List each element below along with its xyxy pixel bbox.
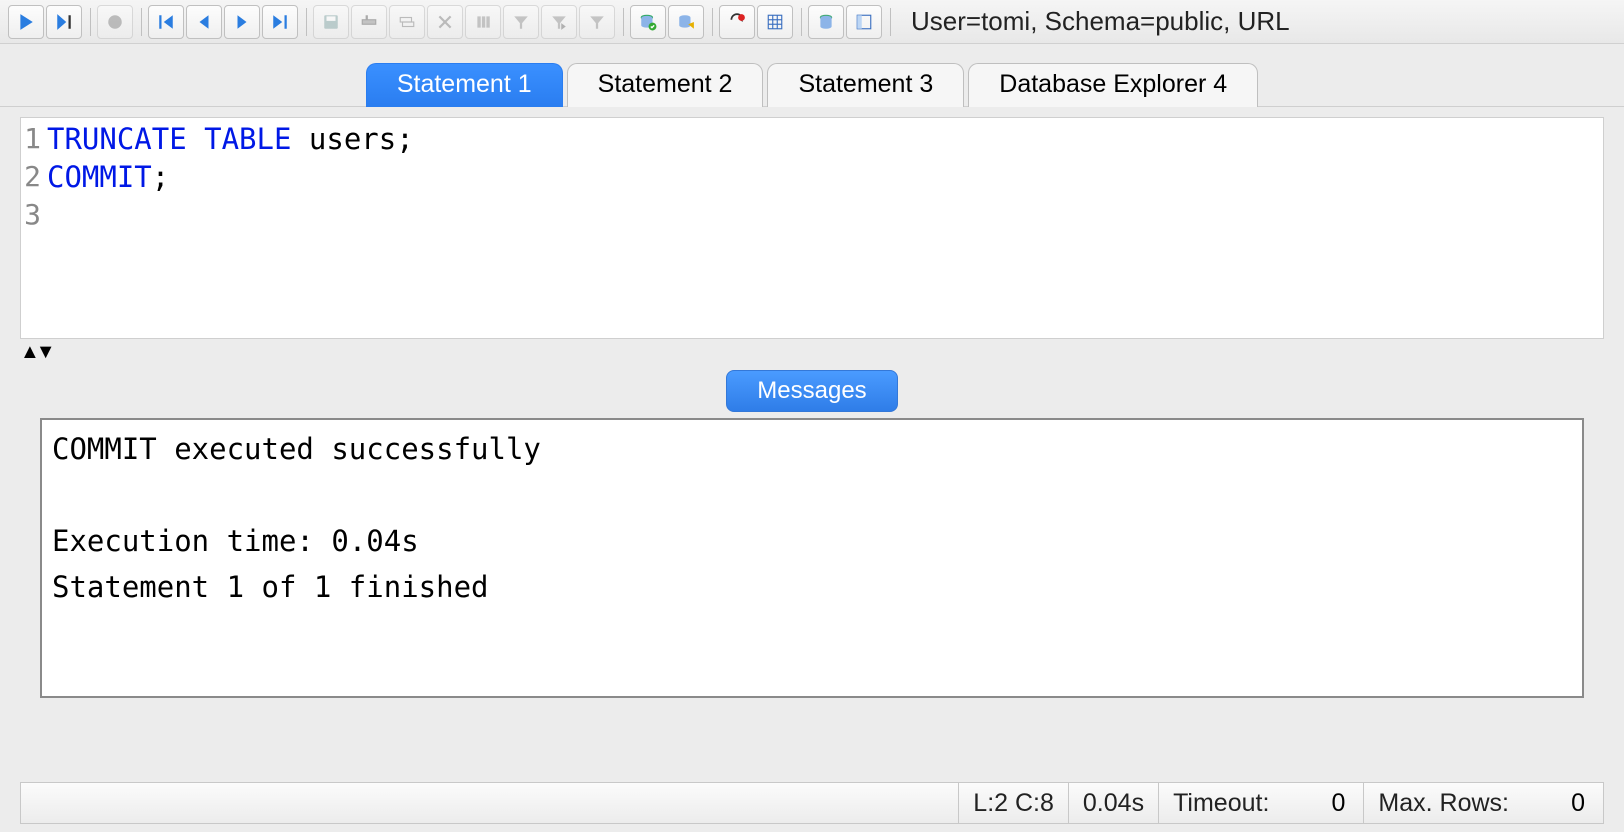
- next-button[interactable]: [224, 5, 260, 39]
- maxrows-label: Max. Rows:: [1378, 789, 1509, 818]
- run-button[interactable]: [8, 5, 44, 39]
- timeout-input[interactable]: [1269, 789, 1349, 818]
- save-button[interactable]: [313, 5, 349, 39]
- next-icon: [233, 13, 251, 31]
- insert-row-button[interactable]: [351, 5, 387, 39]
- tx-icon: [728, 13, 746, 31]
- messages-tabbar: Messages: [0, 370, 1624, 412]
- line-number: 2: [21, 158, 41, 196]
- line-number: 3: [21, 196, 41, 234]
- tab-statement-1[interactable]: Statement 1: [366, 63, 563, 107]
- db-rollback-icon: [677, 13, 695, 31]
- tab-statement-3[interactable]: Statement 3: [767, 63, 964, 107]
- separator: [890, 8, 891, 36]
- cursor-position: L:2 C:8: [958, 783, 1068, 823]
- tab-statement-2[interactable]: Statement 2: [567, 63, 764, 107]
- maxrows-input[interactable]: [1509, 789, 1589, 818]
- line-gutter: 1 2 3: [21, 118, 43, 338]
- sql-keyword: COMMIT: [47, 160, 152, 194]
- last-icon: [271, 13, 289, 31]
- delete-row-button[interactable]: [427, 5, 463, 39]
- first-button[interactable]: [148, 5, 184, 39]
- filter-clear-icon: [550, 13, 568, 31]
- separator: [90, 8, 91, 36]
- db-panel-icon: [855, 13, 873, 31]
- tab-messages[interactable]: Messages: [726, 370, 897, 412]
- status-bar: L:2 C:8 0.04s Timeout: Max. Rows:: [20, 782, 1604, 824]
- separator: [306, 8, 307, 36]
- timeout-label: Timeout:: [1173, 789, 1269, 818]
- prev-button[interactable]: [186, 5, 222, 39]
- db-commit-icon: [639, 13, 657, 31]
- append-results-button[interactable]: [757, 5, 793, 39]
- copy-row-icon: [398, 13, 416, 31]
- separator: [712, 8, 713, 36]
- grid-append-icon: [766, 13, 784, 31]
- sql-editor-panel: 1 2 3 TRUNCATE TABLE users; COMMIT;: [20, 117, 1604, 339]
- sql-text: users;: [291, 122, 413, 156]
- columns-icon: [474, 13, 492, 31]
- line-number: 1: [21, 120, 41, 158]
- show-dbexplorer-button[interactable]: [808, 5, 844, 39]
- sql-text: ;: [152, 160, 169, 194]
- first-icon: [157, 13, 175, 31]
- tab-dbexplorer-4[interactable]: Database Explorer 4: [968, 63, 1258, 107]
- play-icon: [17, 13, 35, 31]
- play-cursor-icon: [55, 13, 73, 31]
- filter-button[interactable]: [503, 5, 539, 39]
- code-area[interactable]: TRUNCATE TABLE users; COMMIT;: [43, 118, 1603, 338]
- filter-reset-icon: [588, 13, 606, 31]
- statement-tabbar: Statement 1 Statement 2 Statement 3 Data…: [0, 44, 1624, 107]
- insert-row-icon: [360, 13, 378, 31]
- separator: [801, 8, 802, 36]
- splitter-handle[interactable]: ▲▼: [20, 341, 1604, 364]
- show-dbtree-button[interactable]: [846, 5, 882, 39]
- toolbar: User=tomi, Schema=public, URL: [0, 0, 1624, 44]
- sql-keyword: TRUNCATE TABLE: [47, 122, 291, 156]
- save-icon: [322, 13, 340, 31]
- stop-button[interactable]: [97, 5, 133, 39]
- exec-time: 0.04s: [1068, 783, 1158, 823]
- stop-icon: [106, 13, 124, 31]
- timeout-cell: Timeout:: [1158, 783, 1363, 823]
- transaction-toggle-button[interactable]: [719, 5, 755, 39]
- separator: [623, 8, 624, 36]
- filter-clear-button[interactable]: [541, 5, 577, 39]
- rollback-button[interactable]: [668, 5, 704, 39]
- commit-button[interactable]: [630, 5, 666, 39]
- filter-reset-button[interactable]: [579, 5, 615, 39]
- select-cols-button[interactable]: [465, 5, 501, 39]
- copy-row-button[interactable]: [389, 5, 425, 39]
- messages-panel[interactable]: COMMIT executed successfully Execution t…: [40, 418, 1584, 698]
- delete-icon: [436, 13, 454, 31]
- last-button[interactable]: [262, 5, 298, 39]
- prev-icon: [195, 13, 213, 31]
- maxrows-cell: Max. Rows:: [1363, 783, 1603, 823]
- run-current-button[interactable]: [46, 5, 82, 39]
- connection-info: User=tomi, Schema=public, URL: [911, 6, 1290, 37]
- separator: [141, 8, 142, 36]
- sql-editor[interactable]: 1 2 3 TRUNCATE TABLE users; COMMIT;: [21, 118, 1603, 338]
- db-icon: [817, 13, 835, 31]
- filter-icon: [512, 13, 530, 31]
